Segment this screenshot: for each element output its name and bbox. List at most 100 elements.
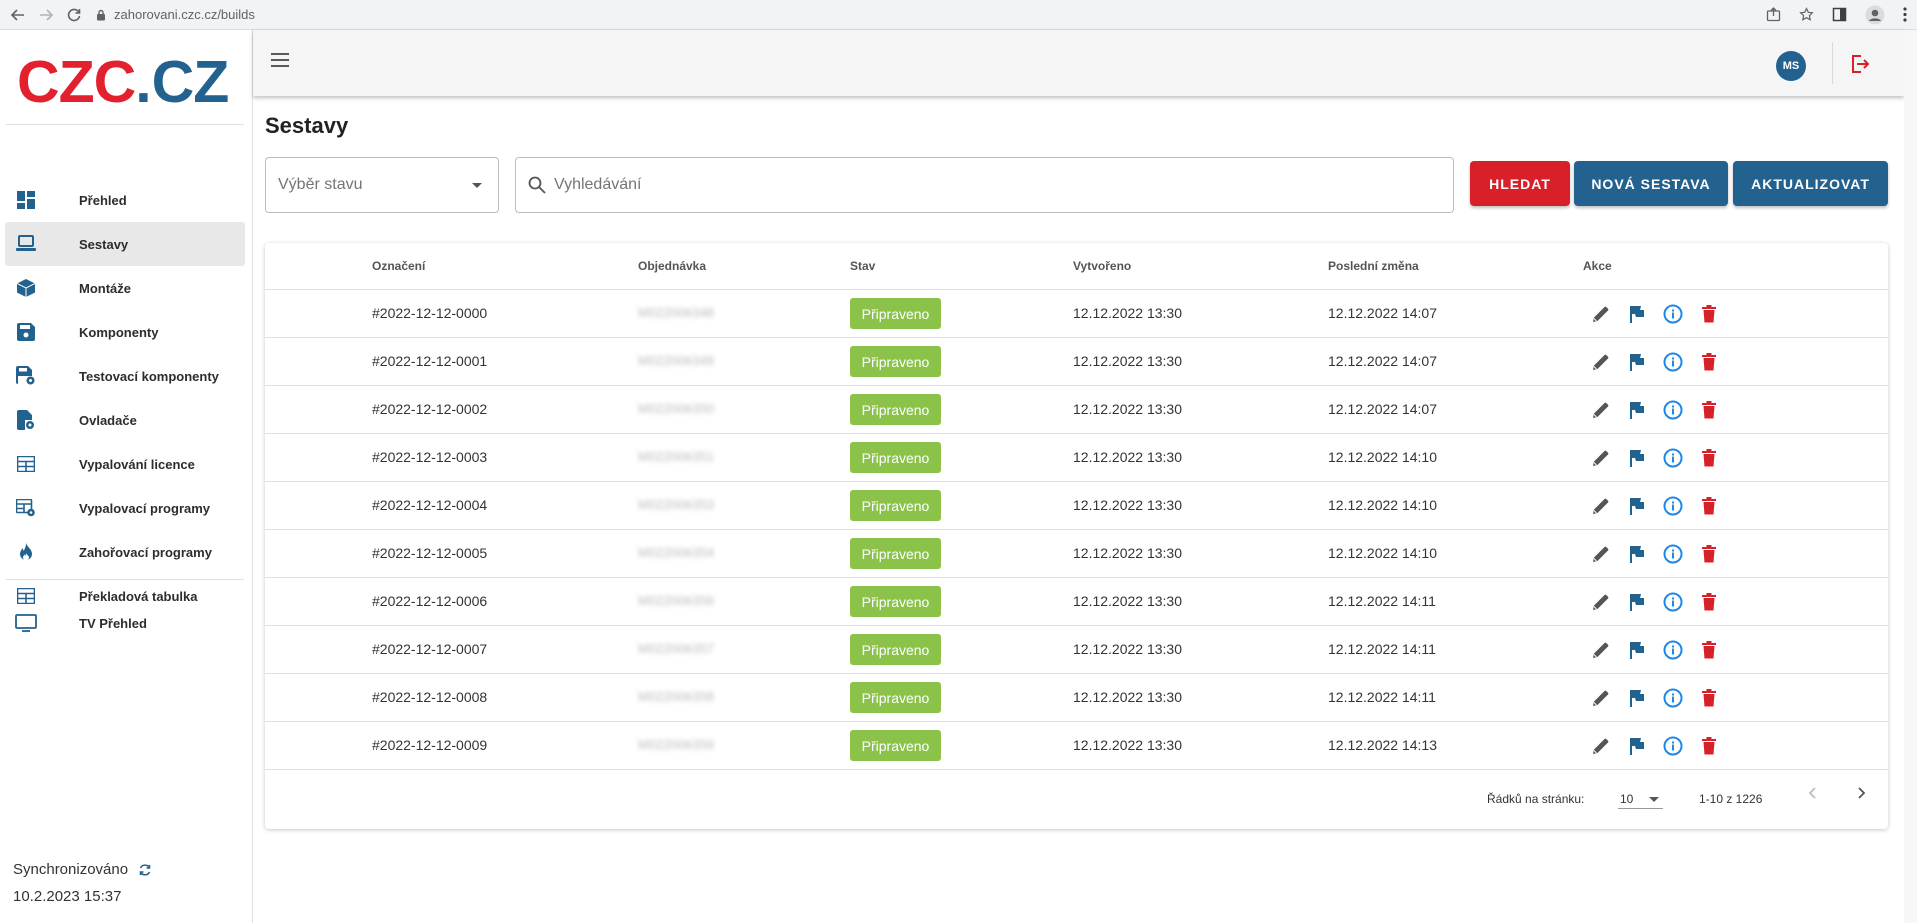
flag-icon[interactable] [1625, 302, 1649, 326]
row-actions [1589, 302, 1721, 326]
delete-icon[interactable] [1697, 398, 1721, 422]
status-select[interactable]: Výběr stavu [265, 157, 499, 213]
sidebar-item-vypalovaci-programy[interactable]: Vypalovací programy [5, 486, 245, 530]
column-header-changed[interactable]: Poslední změna [1328, 259, 1419, 273]
flag-icon[interactable] [1625, 446, 1649, 470]
avatar[interactable]: MS [1776, 51, 1806, 81]
edit-icon[interactable] [1589, 686, 1613, 710]
kebab-menu-icon[interactable] [1903, 7, 1907, 22]
delete-icon[interactable] [1697, 494, 1721, 518]
delete-icon[interactable] [1697, 350, 1721, 374]
sidebar-item-vypalovani-licence[interactable]: Vypalování licence [5, 442, 245, 486]
sidebar-item-prehled[interactable]: Přehled [5, 178, 245, 222]
reload-icon[interactable] [64, 5, 84, 25]
table-row[interactable]: #2022-12-12-0002 M022006350 Připraveno 1… [265, 386, 1888, 434]
table-row[interactable]: #2022-12-12-0001 M022006349 Připraveno 1… [265, 338, 1888, 386]
table-pagination: Řádků na stránku: 10 1-10 z 1226 [265, 770, 1888, 829]
edit-icon[interactable] [1589, 590, 1613, 614]
cell-order: M022006358 [638, 689, 714, 704]
column-header-order[interactable]: Objednávka [638, 259, 706, 273]
refresh-button[interactable]: AKTUALIZOVAT [1733, 161, 1888, 206]
edit-icon[interactable] [1589, 446, 1613, 470]
delete-icon[interactable] [1697, 542, 1721, 566]
sidebar-item-montaze[interactable]: Montáže [5, 266, 245, 310]
info-icon[interactable] [1661, 590, 1685, 614]
sidebar-item-komponenty[interactable]: Komponenty [5, 310, 245, 354]
sidebar: CZC.CZ Přehled Sestavy Montáže Komponen [0, 30, 253, 923]
status-badge: Připraveno [850, 442, 941, 473]
flag-icon[interactable] [1625, 590, 1649, 614]
flag-icon[interactable] [1625, 350, 1649, 374]
sync-label: Synchronizováno [13, 861, 129, 878]
prev-page-icon[interactable] [1806, 786, 1820, 800]
edit-icon[interactable] [1589, 734, 1613, 758]
table-row[interactable]: #2022-12-12-0003 M022006351 Připraveno 1… [265, 434, 1888, 482]
delete-icon[interactable] [1697, 302, 1721, 326]
fire-icon [15, 541, 37, 563]
edit-icon[interactable] [1589, 398, 1613, 422]
side-panel-icon[interactable] [1832, 7, 1847, 22]
column-header-id[interactable]: Označení [372, 259, 425, 273]
czc-logo[interactable]: CZC. CZ [17, 49, 229, 115]
next-page-icon[interactable] [1854, 786, 1868, 800]
scrollbar[interactable] [1904, 30, 1917, 923]
edit-icon[interactable] [1589, 542, 1613, 566]
delete-icon[interactable] [1697, 446, 1721, 470]
delete-icon[interactable] [1697, 638, 1721, 662]
table-row[interactable]: #2022-12-12-0007 M022006357 Připraveno 1… [265, 626, 1888, 674]
edit-icon[interactable] [1589, 494, 1613, 518]
sidebar-item-tv-prehled[interactable]: TV Přehled [5, 601, 245, 645]
flag-icon[interactable] [1625, 398, 1649, 422]
search-button[interactable]: HLEDAT [1470, 161, 1570, 206]
delete-icon[interactable] [1697, 590, 1721, 614]
flag-icon[interactable] [1625, 494, 1649, 518]
address-bar[interactable]: zahorovani.czc.cz/builds [96, 4, 1766, 26]
edit-icon[interactable] [1589, 638, 1613, 662]
column-header-status[interactable]: Stav [850, 259, 875, 273]
flag-icon[interactable] [1625, 686, 1649, 710]
back-icon[interactable] [8, 5, 28, 25]
info-icon[interactable] [1661, 446, 1685, 470]
table-row[interactable]: #2022-12-12-0005 M022006354 Připraveno 1… [265, 530, 1888, 578]
cell-changed: 12.12.2022 14:10 [1328, 545, 1437, 561]
delete-icon[interactable] [1697, 686, 1721, 710]
info-icon[interactable] [1661, 686, 1685, 710]
flag-icon[interactable] [1625, 542, 1649, 566]
profile-icon[interactable] [1865, 5, 1885, 25]
sidebar-item-sestavy[interactable]: Sestavy [5, 222, 245, 266]
table-row[interactable]: #2022-12-12-0009 M022006359 Připraveno 1… [265, 722, 1888, 770]
sidebar-item-zahorovaci-programy[interactable]: Zahořovací programy [5, 530, 245, 574]
info-icon[interactable] [1661, 398, 1685, 422]
forward-icon[interactable] [36, 5, 56, 25]
rows-per-page-select[interactable]: 10 [1618, 785, 1663, 809]
info-icon[interactable] [1661, 542, 1685, 566]
info-icon[interactable] [1661, 494, 1685, 518]
new-build-button[interactable]: NOVÁ SESTAVA [1574, 161, 1728, 206]
info-icon[interactable] [1661, 302, 1685, 326]
sidebar-item-label: Vypalovací programy [79, 500, 211, 516]
search-field[interactable] [515, 157, 1454, 213]
search-input[interactable] [554, 176, 1434, 194]
sync-icon[interactable] [138, 863, 152, 877]
edit-icon[interactable] [1589, 350, 1613, 374]
bookmark-star-icon[interactable] [1799, 7, 1814, 22]
info-icon[interactable] [1661, 350, 1685, 374]
flag-icon[interactable] [1625, 734, 1649, 758]
menu-toggle-icon[interactable] [270, 52, 290, 68]
status-badge: Připraveno [850, 730, 941, 761]
table-row[interactable]: #2022-12-12-0006 M022006356 Připraveno 1… [265, 578, 1888, 626]
sidebar-item-ovladace[interactable]: Ovladače [5, 398, 245, 442]
table-row[interactable]: #2022-12-12-0008 M022006358 Připraveno 1… [265, 674, 1888, 722]
info-icon[interactable] [1661, 734, 1685, 758]
info-icon[interactable] [1661, 638, 1685, 662]
column-header-created[interactable]: Vytvořeno [1073, 259, 1131, 273]
delete-icon[interactable] [1697, 734, 1721, 758]
sidebar-item-testovaci-komponenty[interactable]: Testovací komponenty [5, 354, 245, 398]
table-row[interactable]: #2022-12-12-0000 M022006348 Připraveno 1… [265, 290, 1888, 338]
logout-icon[interactable] [1850, 54, 1870, 74]
logo-part-czc: CZC [17, 49, 136, 115]
table-row[interactable]: #2022-12-12-0004 M022006353 Připraveno 1… [265, 482, 1888, 530]
share-icon[interactable] [1766, 7, 1781, 22]
edit-icon[interactable] [1589, 302, 1613, 326]
flag-icon[interactable] [1625, 638, 1649, 662]
